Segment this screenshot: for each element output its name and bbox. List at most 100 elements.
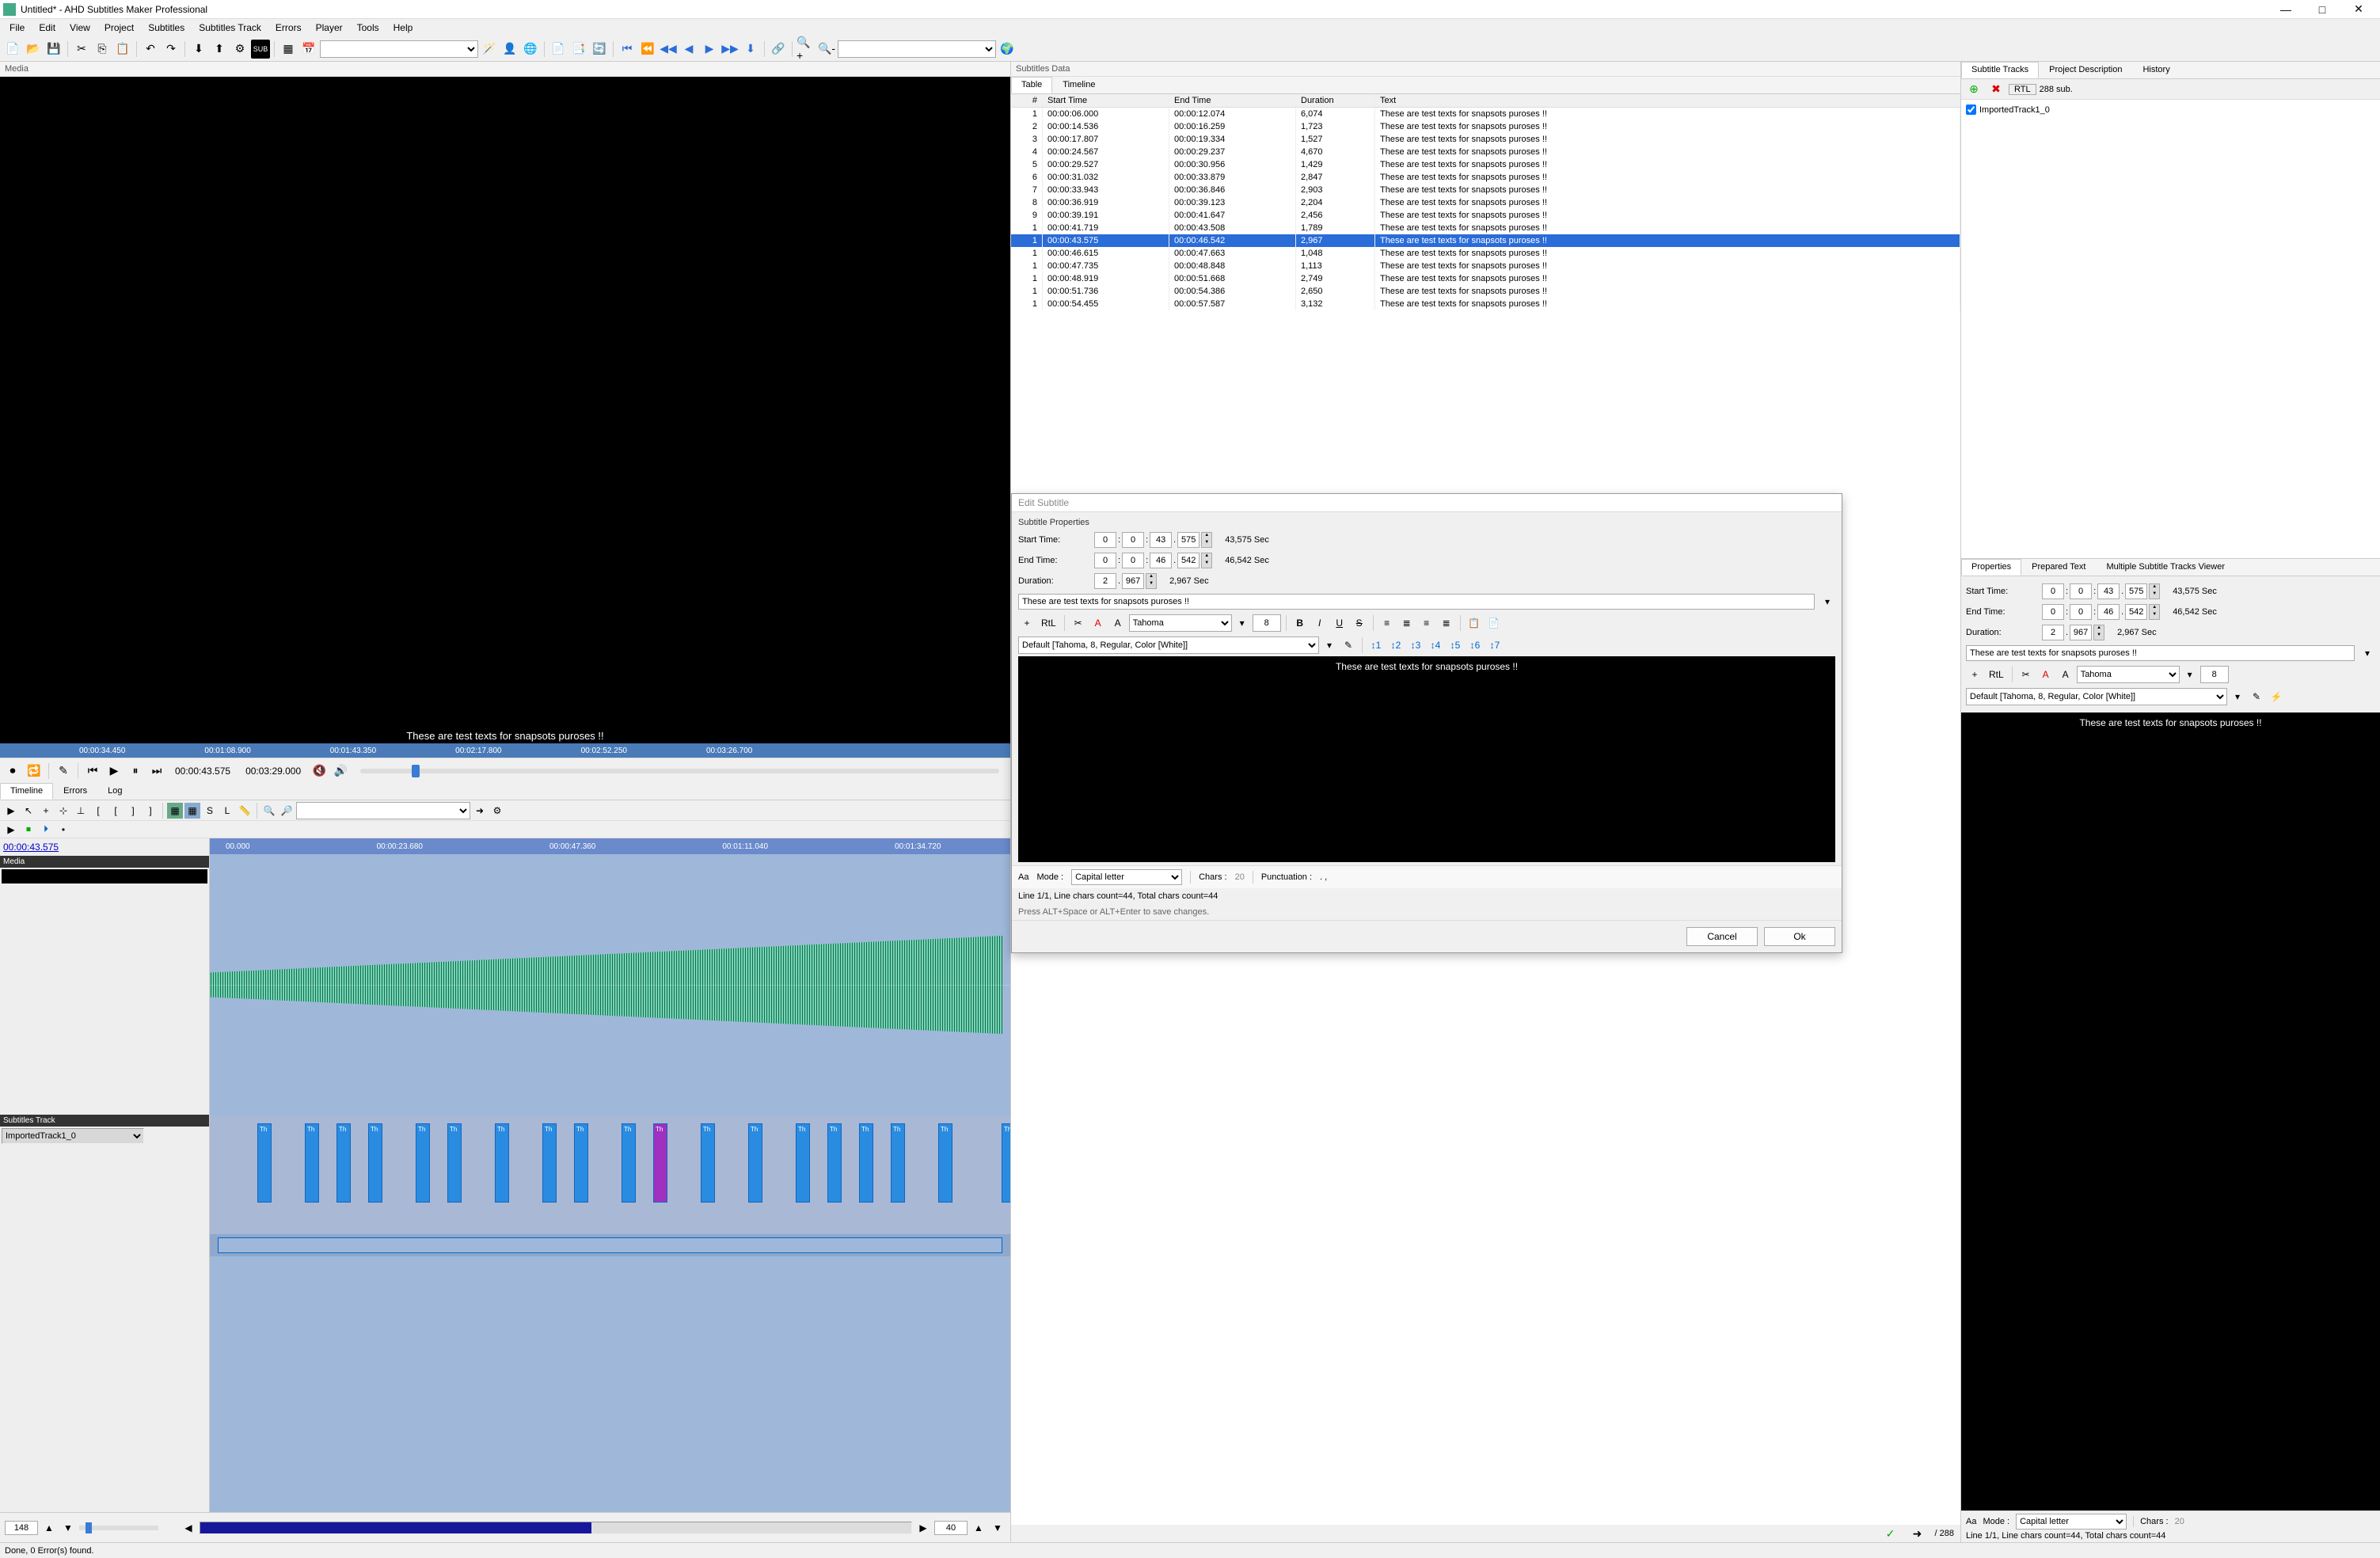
style-dd-icon[interactable]: ▾ [1321,637,1337,653]
gear-icon[interactable]: ⚙ [489,803,505,819]
tab-table[interactable]: Table [1011,77,1052,93]
p-size[interactable] [2200,666,2229,683]
end-m[interactable] [1122,553,1144,568]
timeline-wave-area[interactable]: 00.00000:00:23.68000:00:47.36000:01:11.0… [210,838,1010,1512]
table-row[interactable]: 100:00:54.45500:00:57.5873,132These are … [1011,298,1960,310]
dur-s[interactable] [1094,573,1116,589]
pd-ms[interactable] [2070,625,2092,640]
settings-icon[interactable]: ⚙ [230,40,249,59]
table-row[interactable]: 100:00:46.61500:00:47.6631,048These are … [1011,247,1960,260]
pd-spinner[interactable]: ▲▼ [2093,625,2104,640]
subtitle-block[interactable]: Th [748,1123,762,1203]
step-back-icon[interactable]: ◀◀ [659,40,678,59]
font-dd-icon[interactable]: ▾ [1234,615,1250,631]
track-item[interactable]: ImportedTrack1_0 [1964,103,2377,116]
edit-icon[interactable]: ✎ [54,762,73,781]
p-case-icon[interactable]: Aa [1966,1517,1976,1526]
refresh-icon[interactable]: 🔄 [590,40,609,59]
col-dur-header[interactable]: Duration [1296,94,1375,107]
p-apply-icon[interactable]: ✎ [2248,688,2265,705]
skip-fwd-icon[interactable]: ⏭ [147,762,166,781]
cut-icon[interactable]: ✂ [72,40,91,59]
table-row[interactable]: 100:00:06.00000:00:12.0746,074These are … [1011,108,1960,120]
dur-ms[interactable] [1122,573,1144,589]
start-m[interactable] [1122,532,1144,548]
split-icon[interactable]: ⊹ [55,803,71,819]
menu-edit[interactable]: Edit [32,21,62,35]
p-dur-input[interactable]: . ▲▼ [2042,625,2104,640]
tab-log[interactable]: Log [97,783,132,800]
cursor-icon[interactable]: ↖ [21,803,36,819]
subtitle-block[interactable]: Th [1002,1123,1010,1203]
tab-multi-viewer[interactable]: Multiple Subtitle Tracks Viewer [2096,559,2235,576]
underline-icon[interactable]: U [1331,614,1348,632]
pe-m[interactable] [2070,604,2092,620]
track-selector[interactable]: ImportedTrack1_0 [2,1128,144,1144]
subtitle-block[interactable]: Th [257,1123,272,1203]
rec2-icon[interactable]: ⏵ [38,822,54,838]
p1-icon[interactable]: ↕1 [1367,636,1385,654]
waveform[interactable] [210,854,1010,1115]
combo-2[interactable] [838,40,996,58]
zoom-down-icon[interactable]: ▼ [60,1520,76,1536]
subtitle-block[interactable]: Th [305,1123,319,1203]
subtitle-block[interactable]: Th [416,1123,430,1203]
p-color-icon[interactable]: A [2037,666,2055,683]
subtitle-block[interactable]: Th [653,1123,667,1203]
timeline-time-link[interactable]: 00:00:43.575 [0,838,209,856]
bracket-l-icon[interactable]: [ [90,803,106,819]
start-ms[interactable] [1177,532,1200,548]
table-row[interactable]: 100:00:48.91900:00:51.6682,749These are … [1011,272,1960,285]
menu-subtitles[interactable]: Subtitles [142,21,191,35]
zoom-out-icon[interactable]: 🔍- [817,40,836,59]
end-h[interactable] [1094,553,1116,568]
tab-subtitle-tracks[interactable]: Subtitle Tracks [1961,62,2039,78]
p5-icon[interactable]: ↕5 [1447,636,1464,654]
p-start-input[interactable]: : : . ▲▼ [2042,583,2160,599]
table-row[interactable]: 900:00:39.19100:00:41.6472,456These are … [1011,209,1960,222]
seek-back-icon[interactable]: ⏪ [638,40,657,59]
tab-properties[interactable]: Properties [1961,559,2021,576]
add-track-icon[interactable]: ⊕ [1964,80,1983,99]
zoom-value[interactable] [5,1521,38,1535]
link-icon[interactable]: 🔗 [769,40,788,59]
p-plus-icon[interactable]: + [1966,666,1983,683]
zoom-fit-icon[interactable]: 🔍 [261,803,277,819]
table-row[interactable]: 400:00:24.56700:00:29.2374,670These are … [1011,146,1960,158]
subtitle-block[interactable]: Th [891,1123,905,1203]
table-row[interactable]: 300:00:17.80700:00:19.3341,527These are … [1011,133,1960,146]
p3-icon[interactable]: ↕3 [1407,636,1424,654]
start-spinner[interactable]: ▲▼ [1201,532,1212,548]
menu-player[interactable]: Player [310,21,349,35]
subtitle-block[interactable]: Th [368,1123,382,1203]
tab-project-desc[interactable]: Project Description [2039,62,2132,78]
export-icon[interactable]: ⬆ [210,40,229,59]
pe-ms[interactable] [2125,604,2147,620]
p-style-combo[interactable]: Default [Tahoma, 8, Regular, Color [Whit… [1966,688,2227,705]
subtitle-text-input[interactable] [1018,594,1815,610]
goto2-icon[interactable]: ➜ [1908,1524,1927,1543]
bracket-e-icon[interactable]: ] [143,803,158,819]
tl-combo[interactable] [296,802,470,819]
table-row[interactable]: 100:00:41.71900:00:43.5081,789These are … [1011,222,1960,234]
seek-start-icon[interactable]: ⏮ [618,40,637,59]
p6-icon[interactable]: ↕6 [1466,636,1484,654]
pause-icon[interactable]: ⏸ [126,762,145,781]
tab-timeline2[interactable]: Timeline [1052,77,1105,93]
p-bolt-icon[interactable]: ⚡ [2268,688,2285,705]
zoom-up-icon[interactable]: ▲ [41,1520,57,1536]
italic-icon[interactable]: I [1311,614,1329,632]
font-size-input[interactable] [1253,614,1281,632]
next-icon[interactable]: ▶ [700,40,719,59]
start-h[interactable] [1094,532,1116,548]
start-s[interactable] [1150,532,1172,548]
play-tl-icon[interactable]: ▶ [3,803,19,819]
case-icon[interactable]: Aa [1018,872,1028,882]
volume-icon[interactable]: 🔊 [331,762,350,781]
align-center-icon[interactable]: ≣ [1398,614,1416,632]
undo-icon[interactable]: ↶ [141,40,160,59]
menu-subtitles track[interactable]: Subtitles Track [192,21,268,35]
calendar-icon[interactable]: 📅 [299,40,318,59]
rtl-tracks-button[interactable]: RTL [2009,84,2036,95]
rzoom-up-icon[interactable]: ▲ [971,1520,987,1536]
